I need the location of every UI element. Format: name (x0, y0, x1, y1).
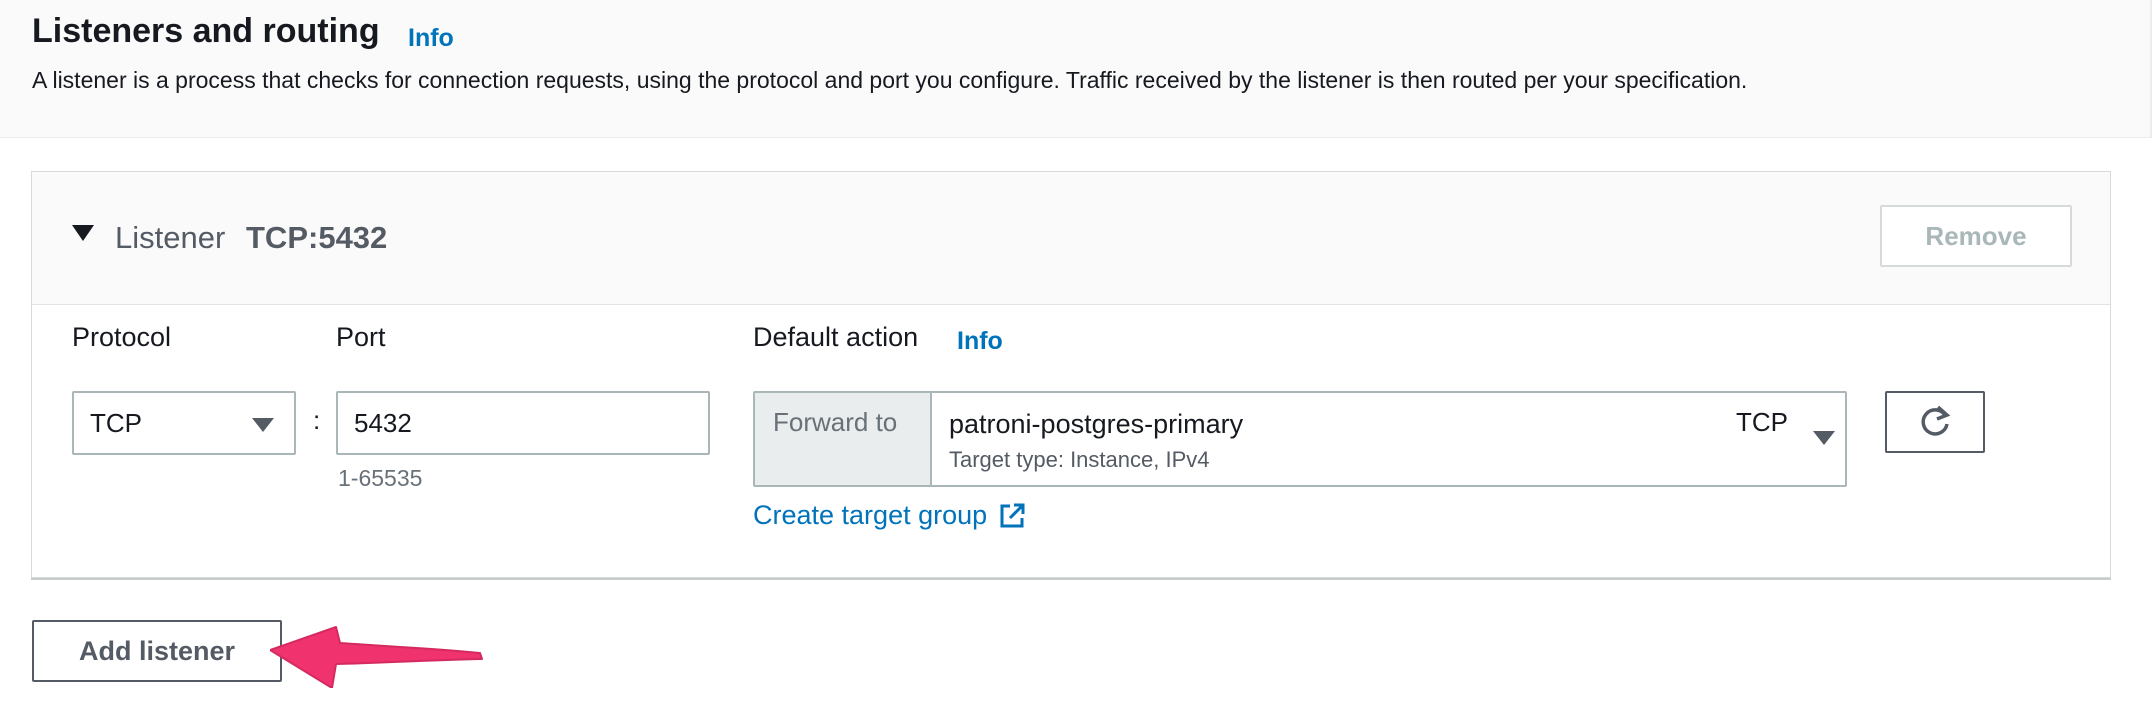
section-title: Listeners and routing (32, 12, 380, 50)
forward-to-addon: Forward to (755, 393, 932, 485)
target-group-name: patroni-postgres-primary (949, 409, 1244, 439)
section-description: A listener is a process that checks for … (32, 67, 1748, 93)
target-group-protocol: TCP (1736, 407, 1788, 437)
forward-to-label: Forward to (773, 407, 898, 437)
create-target-group-link[interactable]: Create target group (753, 500, 1027, 531)
port-input[interactable] (336, 391, 710, 455)
section-info-link[interactable]: Info (408, 24, 454, 53)
arrow-annotation (270, 626, 483, 688)
port-hint: 1-65535 (338, 465, 423, 491)
create-target-group-label: Create target group (753, 500, 988, 530)
protocol-select[interactable]: TCP (72, 391, 296, 455)
protocol-port-separator: : (313, 405, 321, 435)
default-action-info-link[interactable]: Info (957, 327, 1003, 356)
refresh-button[interactable] (1885, 391, 1985, 453)
external-link-icon (1000, 503, 1025, 527)
add-listener-button[interactable]: Add listener (32, 620, 282, 682)
chevron-down-icon (252, 418, 274, 432)
refresh-icon (1921, 405, 1951, 436)
listener-label: Listener (115, 220, 226, 255)
remove-button[interactable]: Remove (1880, 205, 2072, 267)
chevron-down-icon (1813, 431, 1835, 445)
target-group-select[interactable]: Forward to patroni-postgres-primary Targ… (753, 391, 1847, 487)
default-action-label: Default action (753, 322, 919, 352)
section-header: Listeners and routing Info A listener is… (0, 0, 2152, 138)
protocol-label: Protocol (72, 322, 172, 352)
listener-card-header: Listener TCP:5432 Remove (32, 172, 2110, 305)
target-group-type: Target type: Instance, IPv4 (949, 447, 1210, 472)
port-label: Port (336, 322, 386, 352)
protocol-value: TCP (90, 408, 142, 438)
caret-down-icon[interactable] (72, 225, 94, 241)
listener-card: Listener TCP:5432 Remove Protocol TCP : … (31, 171, 2111, 578)
listener-name: TCP:5432 (246, 220, 388, 255)
